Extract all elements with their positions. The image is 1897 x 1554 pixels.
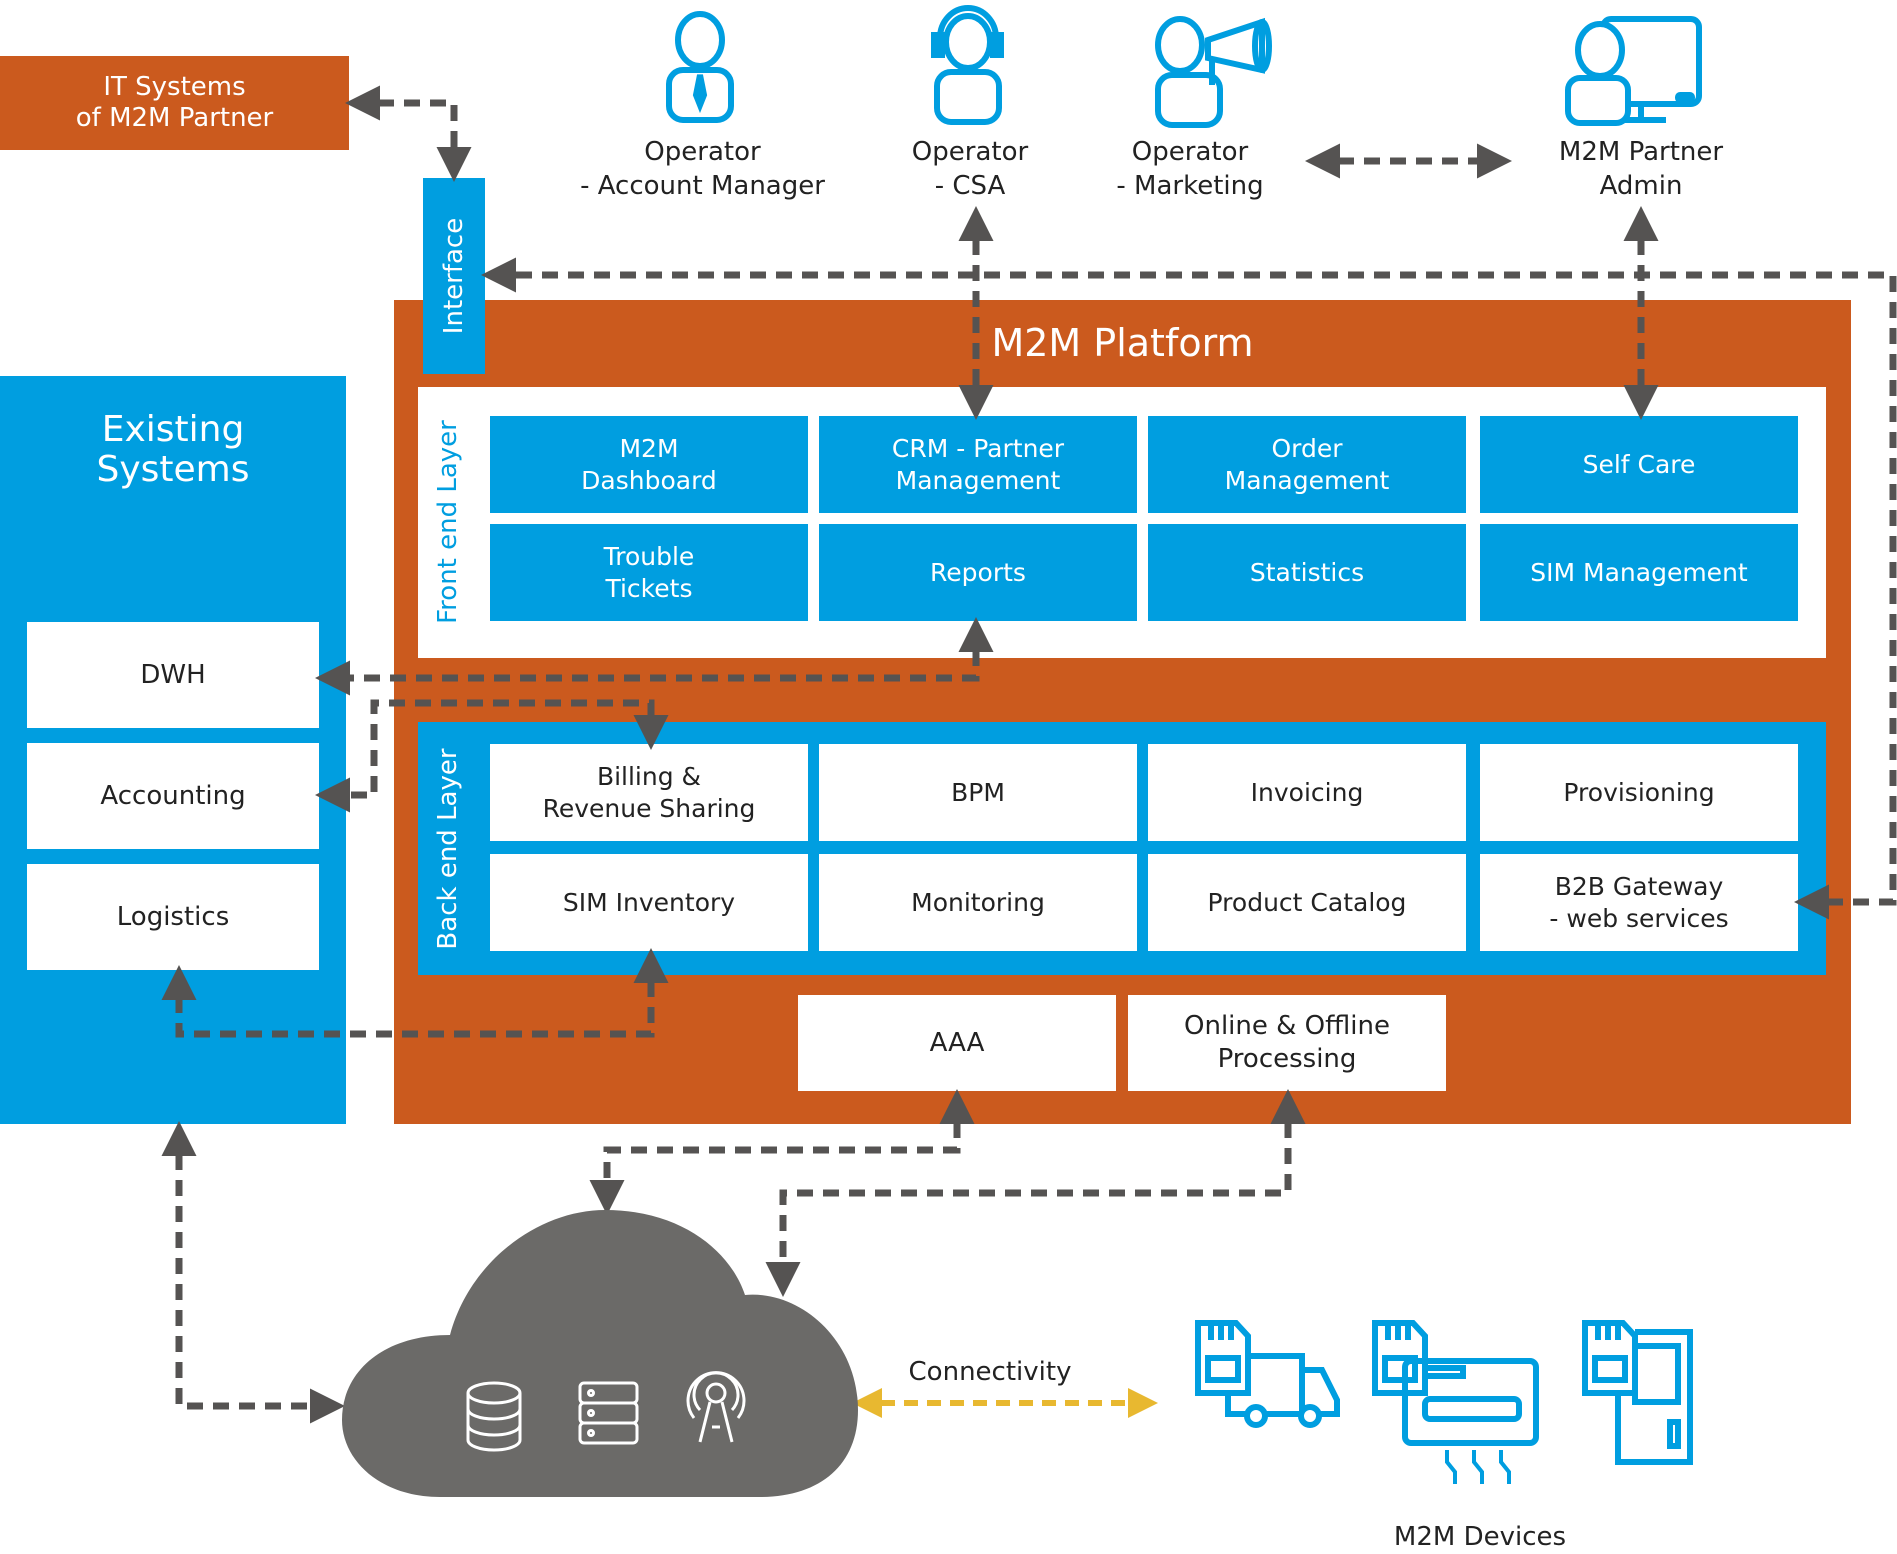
arrow-it-interface [345, 85, 472, 182]
account-manager-icon [666, 11, 734, 123]
sim-truck-icon [1195, 1320, 1340, 1428]
arrow-reports-dwh [315, 617, 994, 696]
diagram-overlay [161, 5, 1897, 1497]
arrow-b2b-interface [481, 257, 1897, 920]
arrow-processing-network [765, 1089, 1306, 1297]
arrow-inventory-logistics [161, 948, 669, 1038]
megaphone-operator-icon [1155, 16, 1272, 128]
sim-air-conditioner-icon [1372, 1320, 1539, 1484]
sim-meter-icon [1582, 1320, 1693, 1465]
arrow-existing-network [161, 1121, 345, 1424]
arrow-billing-accounting [315, 699, 669, 813]
computer-admin-icon [1565, 16, 1702, 126]
headset-operator-icon [931, 5, 1004, 125]
